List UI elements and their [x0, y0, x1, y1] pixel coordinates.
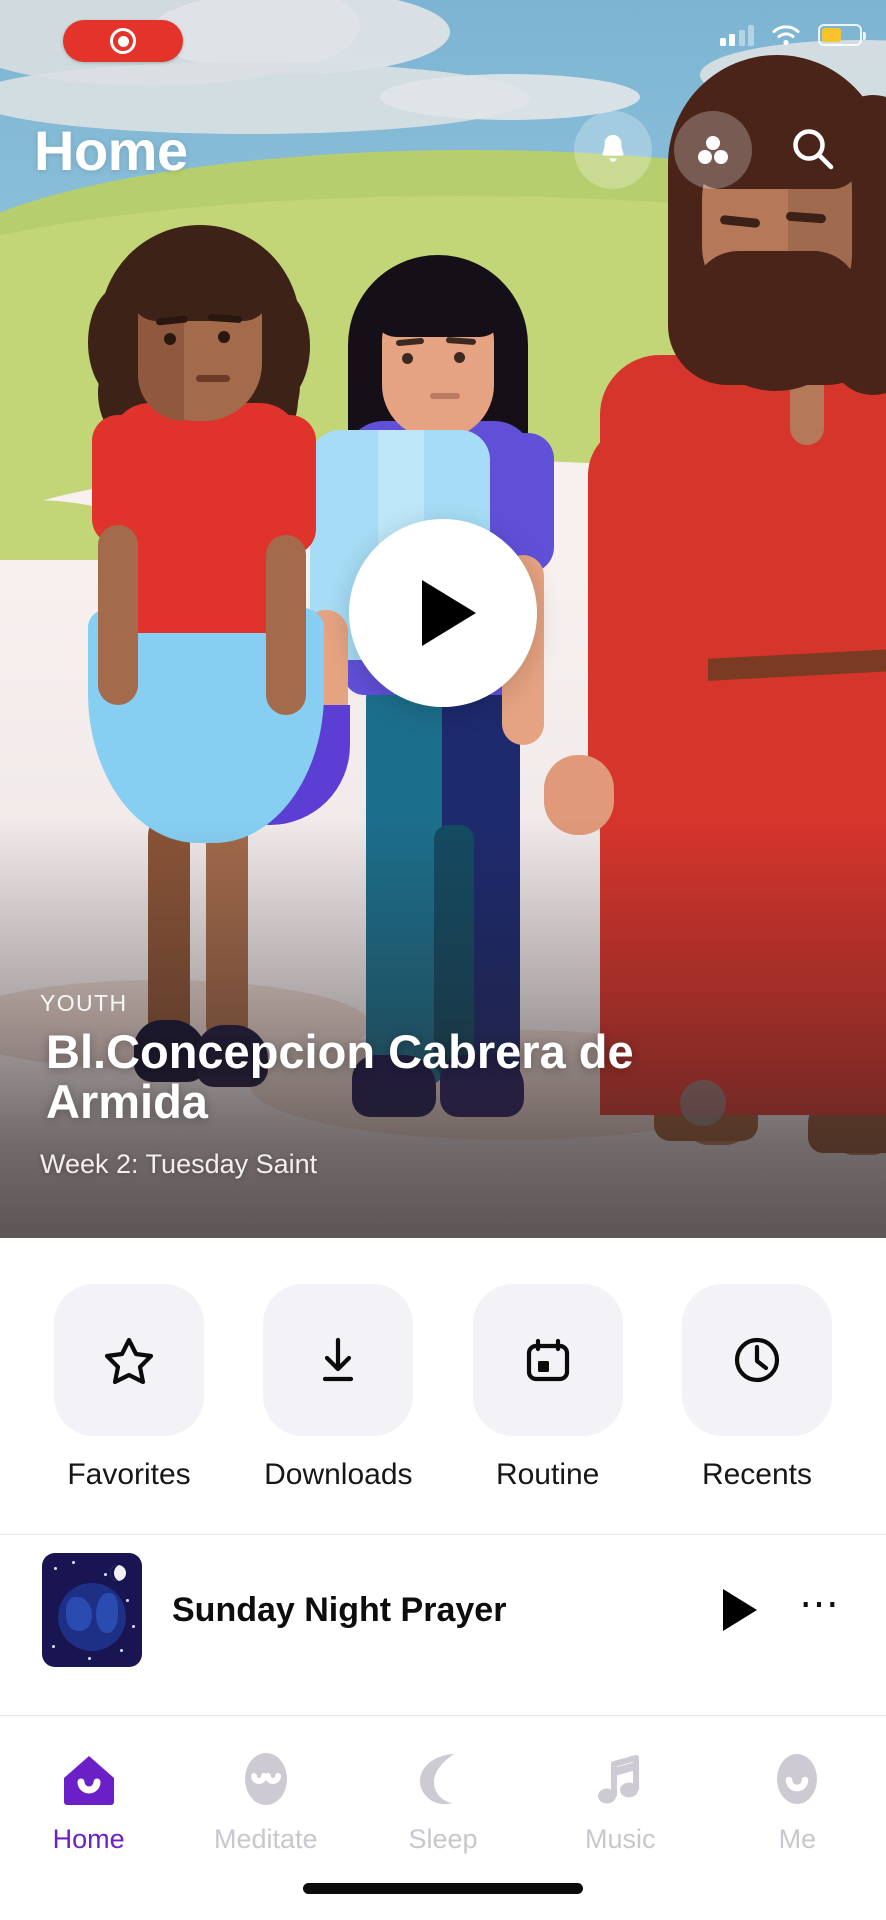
tab-me[interactable]: Me: [709, 1740, 886, 1855]
play-icon: [422, 580, 476, 646]
tab-label: Meditate: [214, 1824, 318, 1854]
wifi-icon: [772, 24, 800, 46]
playlist-title: Sunday Night Prayer: [172, 1590, 507, 1629]
playlist-play-button[interactable]: [723, 1589, 757, 1631]
hero-kicker: YOUTH: [40, 990, 128, 1017]
meditate-icon: [244, 1753, 287, 1805]
notifications-button[interactable]: [574, 111, 652, 189]
tab-label: Music: [584, 1824, 656, 1854]
quick-action-label: Favorites: [67, 1458, 191, 1491]
quick-actions: Favorites Downloads Routine Recents: [0, 1238, 886, 1492]
moon-icon: [420, 1754, 454, 1805]
hero-title: Bl.Concepcion Cabrera de Armida: [46, 1025, 634, 1129]
community-button[interactable]: [674, 111, 752, 189]
quick-action-routine[interactable]: Routine: [459, 1284, 637, 1492]
quick-action-label: Downloads: [264, 1458, 413, 1491]
header-actions: [574, 111, 852, 189]
status-icons: [719, 24, 866, 46]
app-header: Home: [0, 100, 886, 200]
community-dots-icon: [698, 136, 728, 164]
clock-icon: [734, 1337, 780, 1383]
app-screen: YOUTH Bl.Concepcion Cabrera de Armida We…: [0, 0, 886, 1920]
cellular-signal-icon: [719, 24, 754, 46]
quick-action-favorites[interactable]: Favorites: [40, 1284, 218, 1492]
hero-text-block: YOUTH Bl.Concepcion Cabrera de Armida We…: [40, 990, 700, 1180]
battery-icon: [818, 24, 866, 46]
quick-action-label: Recents: [701, 1458, 813, 1491]
quick-action-downloads[interactable]: Downloads: [249, 1284, 427, 1492]
tab-music[interactable]: Music: [532, 1740, 709, 1855]
search-icon: [793, 129, 834, 170]
download-icon: [323, 1337, 354, 1382]
screen-recording-indicator[interactable]: [63, 20, 183, 62]
tab-sleep[interactable]: Sleep: [354, 1740, 531, 1855]
home-icon: [63, 1756, 114, 1805]
search-button[interactable]: [774, 111, 852, 189]
page-title: Home: [34, 118, 188, 182]
tab-meditate[interactable]: Meditate: [177, 1740, 354, 1855]
tab-label: Me: [778, 1824, 817, 1854]
quick-action-label: Routine: [495, 1458, 600, 1491]
calendar-icon: [526, 1338, 569, 1382]
quick-action-recents[interactable]: Recents: [668, 1284, 846, 1492]
record-icon: [110, 28, 136, 54]
star-icon: [104, 1337, 154, 1385]
ellipsis-icon[interactable]: ⋯: [799, 1584, 844, 1626]
hero-play-button[interactable]: [349, 519, 537, 707]
night-earth-moon-thumbnail: [42, 1553, 142, 1667]
playlist-row[interactable]: Sunday Night Prayer ⋯: [0, 1535, 886, 1685]
home-indicator-bar: [303, 1883, 583, 1894]
profile-icon: [777, 1754, 818, 1804]
status-bar: [0, 0, 886, 72]
music-note-icon: [598, 1755, 640, 1804]
bell-icon: [602, 135, 624, 162]
tab-label: Home: [52, 1824, 125, 1854]
tab-home[interactable]: Home: [0, 1740, 177, 1855]
tab-label: Sleep: [408, 1824, 478, 1854]
hero-subtitle: Week 2: Tuesday Saint: [40, 1149, 318, 1179]
